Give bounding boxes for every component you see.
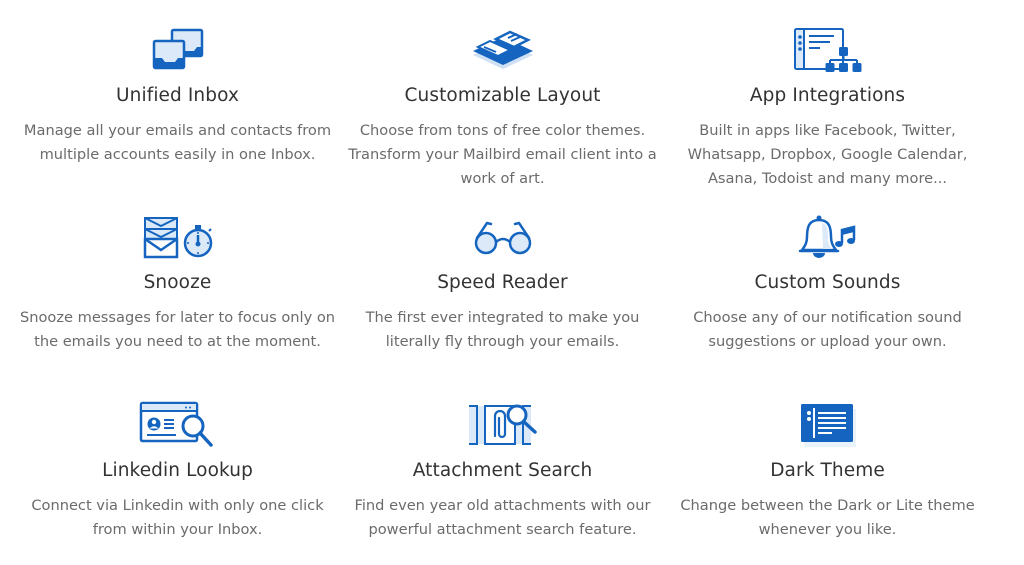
- feature-title: Linkedin Lookup: [102, 460, 253, 481]
- feature-description: Manage all your emails and contacts from…: [23, 122, 332, 163]
- feature-title: Customizable Layout: [404, 85, 601, 106]
- feature-title: Unified Inbox: [116, 85, 239, 106]
- feature-title: Snooze: [143, 272, 212, 293]
- features-grid: Unified Inbox Manage all your emails and…: [0, 0, 1024, 565]
- feature-unified-inbox: Unified Inbox Manage all your emails and…: [15, 0, 340, 190]
- feature-description: The first ever integrated to make you li…: [365, 309, 640, 350]
- feature-description: Choose any of our notification sound sug…: [693, 309, 962, 350]
- feature-description: Choose from tons of free color themes. T…: [348, 122, 657, 187]
- feature-custom-sounds: Custom Sounds Choose any of our notifica…: [665, 187, 990, 377]
- feature-description: Snooze messages for later to focus only …: [19, 309, 336, 350]
- feature-snooze: Snooze Snooze messages for later to focu…: [15, 187, 340, 377]
- snooze-icon: [138, 211, 218, 263]
- feature-linkedin-lookup: Linkedin Lookup Connect via Linkedin wit…: [15, 375, 340, 565]
- attachment-search-icon: [463, 399, 543, 451]
- feature-speed-reader: Speed Reader The first ever integrated t…: [340, 187, 665, 377]
- speed-reader-icon: [463, 211, 543, 263]
- feature-title: Speed Reader: [437, 272, 568, 293]
- feature-description: Change between the Dark or Lite theme wh…: [680, 497, 975, 538]
- feature-title: Attachment Search: [412, 460, 593, 481]
- feature-title: Dark Theme: [770, 460, 885, 481]
- unified-inbox-icon: [138, 24, 218, 76]
- app-integrations-icon: [788, 24, 868, 76]
- feature-attachment-search: Attachment Search Find even year old att…: [340, 375, 665, 565]
- custom-sounds-icon: [788, 211, 868, 263]
- customizable-layout-icon: [463, 24, 543, 76]
- feature-description: Find even year old attachments with our …: [354, 497, 651, 538]
- feature-description: Connect via Linkedin with only one click…: [31, 497, 324, 538]
- dark-theme-icon: [788, 399, 868, 451]
- feature-description: Built in apps like Facebook, Twitter, Wh…: [687, 122, 968, 187]
- feature-title: App Integrations: [749, 85, 906, 106]
- feature-app-integrations: App Integrations Built in apps like Face…: [665, 0, 990, 190]
- linkedin-lookup-icon: [138, 399, 218, 451]
- feature-title: Custom Sounds: [754, 272, 901, 293]
- feature-customizable-layout: Customizable Layout Choose from tons of …: [340, 0, 665, 190]
- feature-dark-theme: Dark Theme Change between the Dark or Li…: [665, 375, 990, 565]
